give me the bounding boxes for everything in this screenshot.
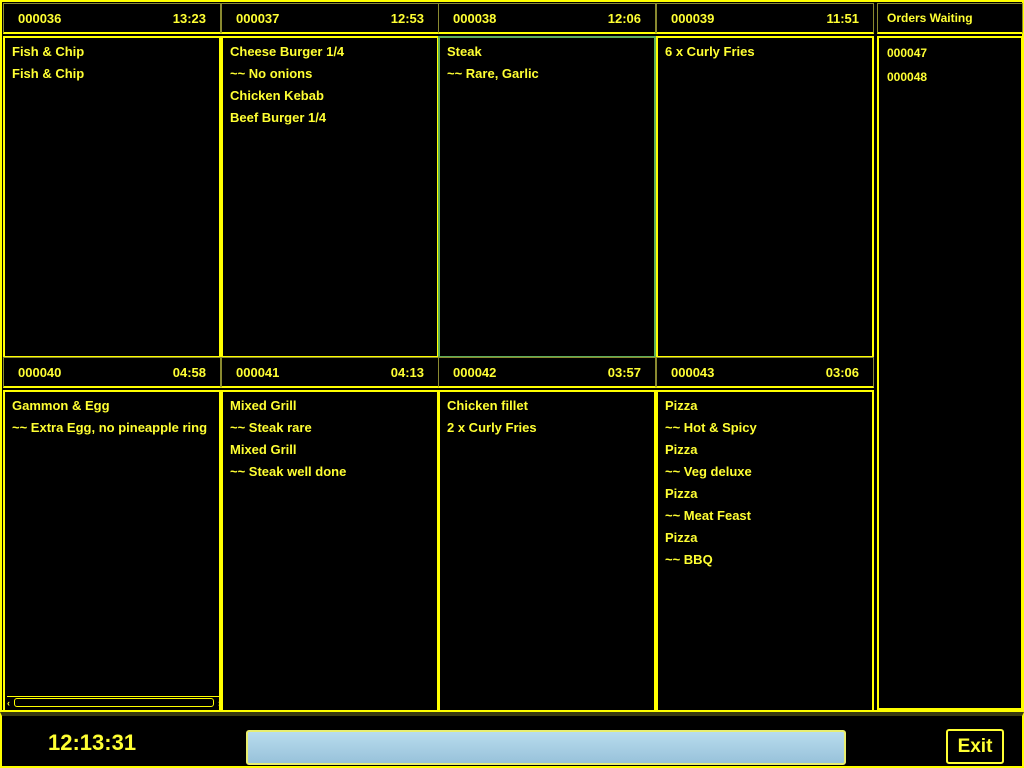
orders-waiting-panel: Orders Waiting 000047 000048 [877,3,1023,710]
order-ticket[interactable]: 000038 12:06 Steak ~~ Rare, Garlic [438,3,656,358]
order-items: Fish & Chip Fish & Chip [3,36,221,358]
order-items: Gammon & Egg ~~ Extra Egg, no pineapple … [3,390,221,712]
order-item: Chicken fillet [447,398,528,413]
order-item: Mixed Grill [230,442,297,457]
order-header: 000043 03:06 [656,357,874,388]
exit-button[interactable]: Exit [946,729,1004,764]
order-items: Cheese Burger 1/4 ~~ No onions Chicken Ke… [221,36,439,358]
order-item: ~~ Steak well done [230,464,347,479]
order-header: 000036 13:23 [3,3,221,34]
order-time: 04:13 [390,364,424,380]
order-number: 000039 [671,10,715,26]
waiting-order[interactable]: 000047 [887,41,1013,65]
order-number: 000042 [453,364,497,380]
order-items: Pizza ~~ Hot & Spicy Pizza ~~ Veg deluxe P… [656,390,874,712]
order-item: ~~ BBQ [665,552,713,567]
order-number: 000036 [18,10,62,26]
order-time: 12:53 [390,10,424,26]
order-item: 6 x Curly Fries [665,44,755,59]
clock: 12:13:31 [48,730,137,755]
scroll-thumb[interactable] [14,698,214,707]
order-item: Fish & Chip [12,66,85,81]
footer: 12:13:31 Exit [0,712,1024,768]
order-items: Chicken fillet 2 x Curly Fries [438,390,656,712]
order-item: ~~ Rare, Garlic [447,66,539,81]
order-item: ~~ No onions [230,66,313,81]
order-item: ~~ Meat Feast [665,508,751,523]
orders-waiting-list: 000047 000048 [877,36,1023,710]
order-header: 000038 12:06 [438,3,656,34]
horizontal-scrollbar[interactable]: ‹ › [7,696,219,708]
waiting-order[interactable]: 000048 [887,65,1013,89]
order-time: 03:57 [607,364,641,380]
order-item: Fish & Chip [12,44,85,59]
order-number: 000040 [18,364,62,380]
order-ticket[interactable]: 000040 04:58 Gammon & Egg ~~ Extra Egg, no… [3,357,221,712]
order-items: Steak ~~ Rare, Garlic [438,36,656,358]
order-item: Chicken Kebab [230,88,324,103]
order-item: ~~ Steak rare [230,420,312,435]
order-items: 6 x Curly Fries [656,36,874,358]
order-items: Mixed Grill ~~ Steak rare Mixed Grill ~~ … [221,390,439,712]
orders-waiting-title: Orders Waiting [887,11,973,25]
order-item: Pizza [665,486,698,501]
order-item: Gammon & Egg [12,398,110,413]
order-number: 000041 [236,364,280,380]
order-item: 2 x Curly Fries [447,420,537,435]
order-header: 000040 04:58 [3,357,221,388]
order-time: 03:06 [825,364,859,380]
order-item: ~~ Veg deluxe [665,464,752,479]
order-item: Cheese Burger 1/4 [230,44,345,59]
order-time: 13:23 [172,10,206,26]
order-ticket[interactable]: 000037 12:53 Cheese Burger 1/4 ~~ No onion… [221,3,439,358]
order-time: 04:58 [172,364,206,380]
order-item: Pizza [665,398,698,413]
order-ticket[interactable]: 000036 13:23 Fish & Chip Fish & Chip [3,3,221,358]
order-time: 11:51 [826,10,859,26]
order-number: 000038 [453,10,497,26]
status-bar [246,730,846,765]
order-number: 000037 [236,10,280,26]
order-item: Steak [447,44,482,59]
order-ticket[interactable]: 000043 03:06 Pizza ~~ Hot & Spicy Pizza ~~ … [656,357,874,712]
order-item: ~~ Extra Egg, no pineapple ring [12,420,208,435]
order-item: Beef Burger 1/4 [230,110,327,125]
order-header: 000039 11:51 [656,3,874,34]
order-item: Mixed Grill [230,398,297,413]
order-header: 000037 12:53 [221,3,439,34]
order-item: Pizza [665,530,698,545]
order-ticket[interactable]: 000042 03:57 Chicken fillet 2 x Curly Fries [438,357,656,712]
scroll-left-icon[interactable]: ‹ [7,698,10,708]
order-header: 000042 03:57 [438,357,656,388]
order-item: ~~ Hot & Spicy [665,420,757,435]
order-ticket[interactable]: 000041 04:13 Mixed Grill ~~ Steak rare Mixe… [221,357,439,712]
order-ticket[interactable]: 000039 11:51 6 x Curly Fries [656,3,874,358]
order-time: 12:06 [607,10,641,26]
order-number: 000043 [671,364,715,380]
order-header: 000041 04:13 [221,357,439,388]
order-item: Pizza [665,442,698,457]
